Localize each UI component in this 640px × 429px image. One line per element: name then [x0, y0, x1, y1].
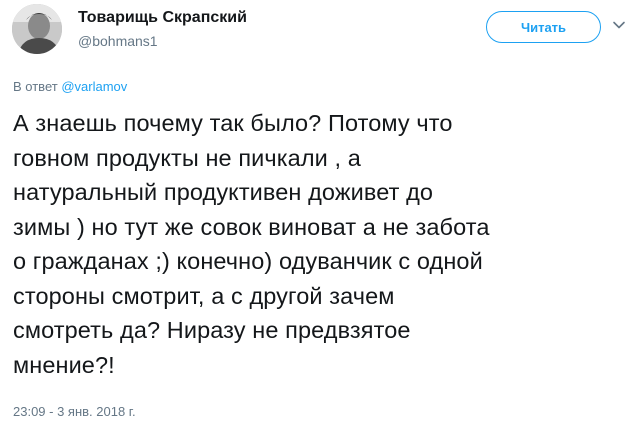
tweet-text-line: зимы ) но тут же совок виноват а не забо… — [13, 213, 490, 240]
tweet-text-line: говном продукты не пичкали , а — [13, 144, 361, 171]
tweet-text-line: стороны смотрит, а с другой зачем — [13, 282, 395, 309]
avatar-photo — [12, 4, 62, 54]
reply-context: В ответ @varlamov — [13, 79, 127, 94]
author-handle[interactable]: @bohmans1 — [78, 33, 158, 49]
tweet-text-line: о гражданах ;) конечно) одуванчик с одно… — [13, 248, 483, 274]
tweet-text-line: смотреть да? Ниразу не предвзятое — [13, 317, 411, 343]
avatar[interactable] — [12, 4, 62, 54]
reply-prefix: В ответ — [13, 79, 58, 94]
tweet-text-line: мнение?! — [13, 351, 115, 378]
author-name[interactable]: Товарищь Скрапский — [78, 9, 247, 27]
follow-button[interactable]: Читать — [486, 11, 601, 43]
tweet-text-line: А знаешь почему так было? Потому что — [13, 110, 453, 136]
reply-mention-link[interactable]: @varlamov — [61, 79, 127, 94]
tweet-text-line: натуральный продуктивен доживет до — [13, 179, 434, 205]
tweet-timestamp[interactable]: 23:09 - 3 янв. 2018 г. — [13, 404, 136, 419]
tweet-text: А знаешь почему так было? Потому что гов… — [13, 106, 633, 382]
chevron-down-icon[interactable] — [612, 18, 626, 32]
tweet-card: Товарищь Скрапский @bohmans1 Читать В от… — [0, 0, 640, 429]
